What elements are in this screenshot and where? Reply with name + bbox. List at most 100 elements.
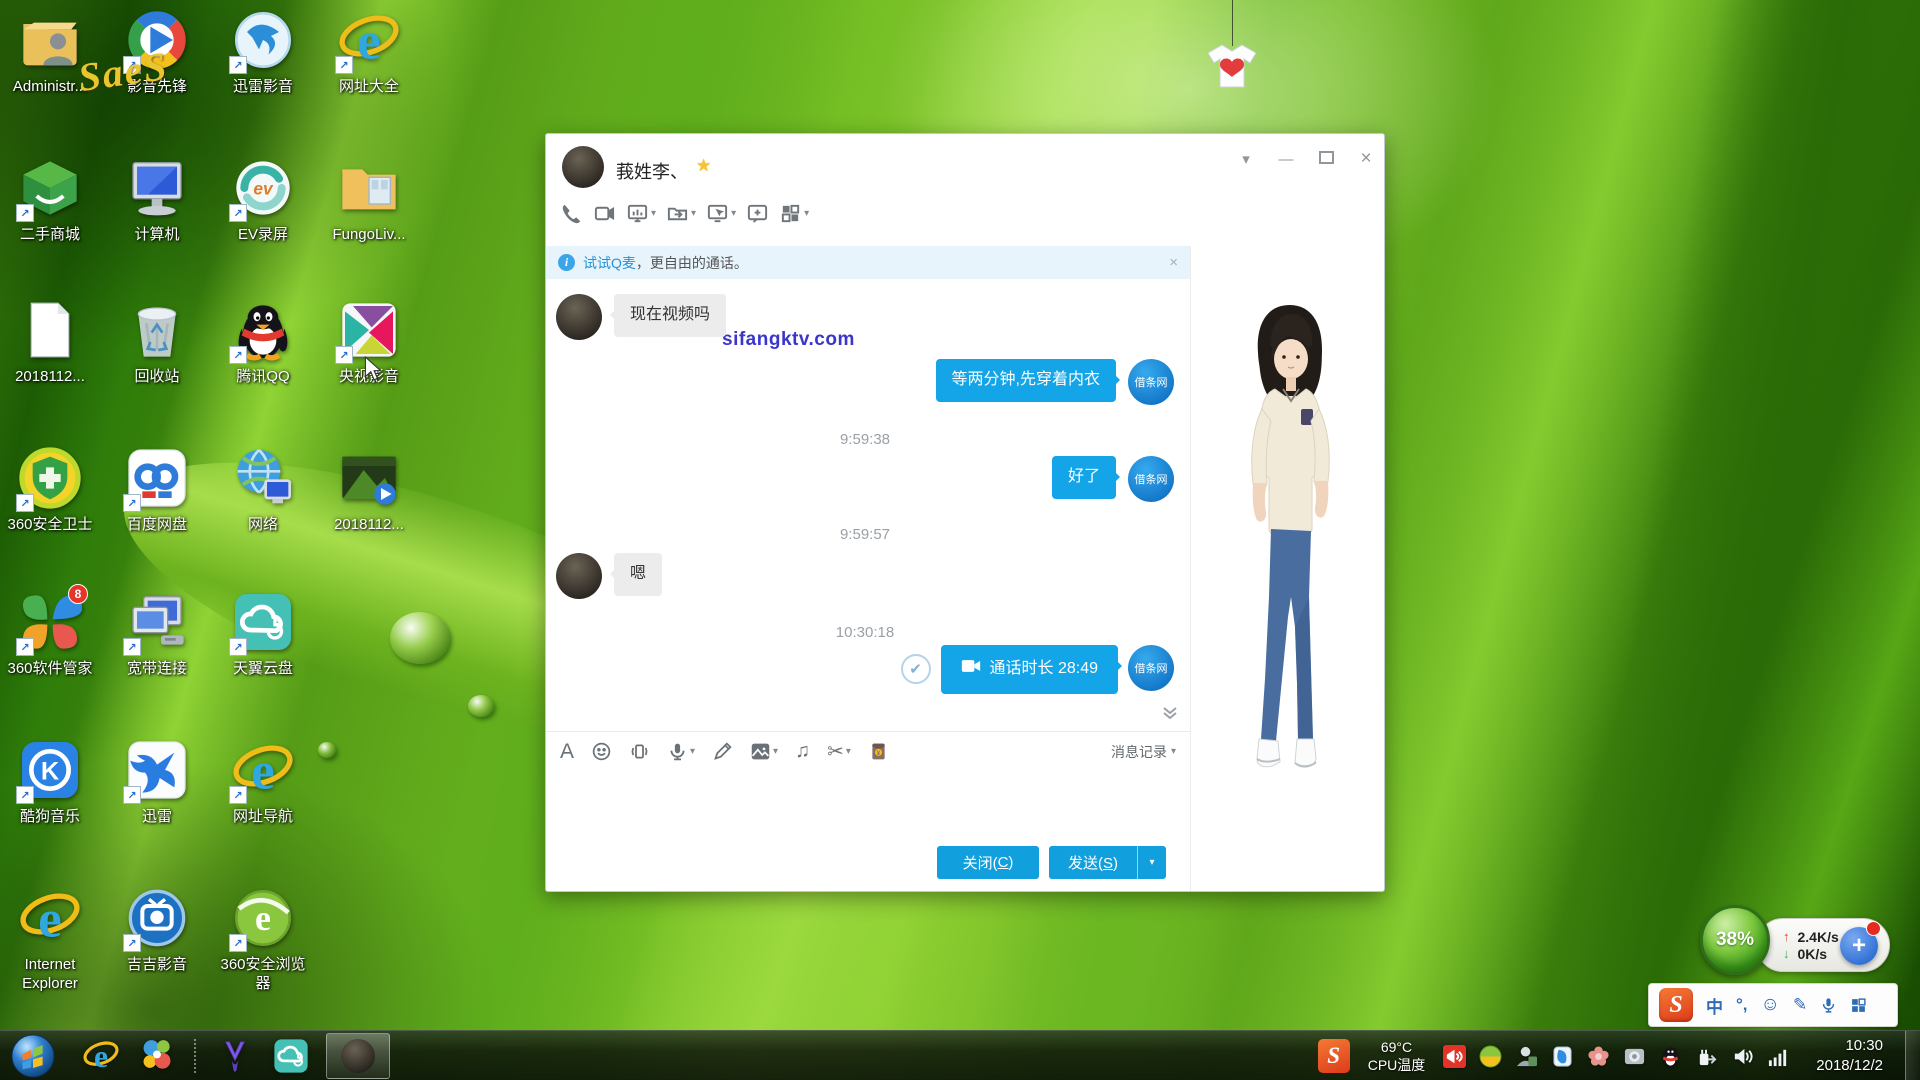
window-shake-icon[interactable]	[629, 741, 650, 762]
video-call-icon[interactable]	[593, 202, 616, 225]
svg-text:e: e	[357, 11, 381, 71]
desktop-icon-6[interactable]: 计算机	[109, 156, 205, 245]
shortcut-arrow-badge: ↗	[335, 346, 353, 364]
peer-avatar[interactable]	[562, 146, 604, 188]
emoji-icon[interactable]	[591, 741, 612, 762]
red-packet-icon[interactable]: ¥	[868, 741, 889, 762]
manager360-icon: ↗8	[18, 590, 82, 654]
tray-volume-icon[interactable]	[1731, 1045, 1754, 1068]
desktop-icon-15[interactable]: 网络	[215, 446, 311, 535]
tray-power-icon[interactable]	[1695, 1045, 1718, 1068]
send-file-icon[interactable]: ▾	[666, 202, 696, 225]
desktop-icon-20[interactable]: K↗酷狗音乐	[2, 738, 98, 827]
desktop-icon-13[interactable]: ↗360安全卫士	[2, 446, 98, 535]
incoming-message-bubble: 嗯	[614, 553, 662, 596]
quick-launch-pinwheel-icon[interactable]	[138, 1037, 176, 1075]
message-history-button[interactable]: 消息记录▾	[1111, 742, 1176, 762]
desktop-icon-3[interactable]: ↗迅雷影音	[215, 8, 311, 97]
tray-phoneblue-icon[interactable]	[1551, 1045, 1574, 1068]
svg-text:ev: ev	[253, 179, 274, 199]
self-avatar[interactable]: 借条网	[1128, 359, 1174, 405]
ime-emoji-icon[interactable]: ☺	[1761, 994, 1780, 1016]
show-desktop-button[interactable]	[1905, 1031, 1920, 1080]
voice-message-icon[interactable]: ▾	[667, 741, 695, 762]
start-button[interactable]	[10, 1033, 56, 1079]
create-group-icon[interactable]	[746, 202, 769, 225]
shortcut-arrow-badge: ↗	[16, 204, 34, 222]
voice-call-icon[interactable]	[560, 202, 583, 225]
banner-link[interactable]: 试试Q麦	[583, 253, 636, 273]
taskbar-clock[interactable]: 10:302018/12/2	[1816, 1036, 1883, 1077]
ime-punctuation-toggle[interactable]: °,	[1736, 995, 1748, 1015]
tray-qqmini-icon[interactable]	[1659, 1045, 1682, 1068]
taskbar-active-window-button[interactable]	[326, 1033, 390, 1079]
desktop-icon-9[interactable]: 2018112...	[2, 298, 98, 387]
close-chat-button[interactable]: 关闭(C)	[937, 846, 1039, 879]
desktop-icon-8[interactable]: FungoLiv...	[321, 156, 417, 245]
call-record-bubble[interactable]: 通话时长 28:49	[941, 645, 1119, 694]
ime-mode-toggle[interactable]: 中	[1706, 993, 1723, 1018]
ime-handwriting-icon[interactable]: ✎	[1793, 995, 1807, 1015]
desktop-icon-14[interactable]: ↗百度网盘	[109, 446, 205, 535]
desktop-icon-7[interactable]: ev↗EV录屏	[215, 156, 311, 245]
peer-avatar[interactable]	[556, 294, 602, 340]
memory-ball[interactable]: 38%	[1700, 905, 1770, 975]
minimize-button[interactable]: —	[1276, 151, 1296, 168]
desktop-icon-25[interactable]: e↗360安全浏览器	[215, 886, 311, 994]
desktop-icon-24[interactable]: ↗吉吉影音	[109, 886, 205, 975]
self-avatar[interactable]: 借条网	[1128, 645, 1174, 691]
tray-person-icon[interactable]	[1515, 1045, 1538, 1068]
maximize-button[interactable]	[1316, 151, 1336, 168]
music-icon[interactable]: ♫	[795, 740, 810, 763]
xunlei-icon: ↗	[125, 738, 189, 802]
desktop-icon-22[interactable]: e↗网址导航	[215, 738, 311, 827]
notification-count-badge: 8	[68, 584, 88, 604]
ime-voice-icon[interactable]	[1820, 997, 1837, 1014]
cbox-icon: ↗	[337, 298, 401, 362]
desktop-icon-18[interactable]: ↗宽带连接	[109, 590, 205, 679]
scroll-to-bottom-icon[interactable]	[1162, 706, 1178, 725]
recycle-icon	[125, 298, 189, 362]
screen-demo-icon[interactable]: ▾	[626, 202, 656, 225]
desktop-icon-23[interactable]: eInternet Explorer	[2, 886, 98, 994]
tray-flower-icon[interactable]	[1587, 1045, 1610, 1068]
ime-toolbox-icon[interactable]	[1850, 997, 1867, 1014]
self-avatar[interactable]: 借条网	[1128, 456, 1174, 502]
tray-signal-icon[interactable]	[1767, 1045, 1790, 1068]
quick-launch-cloudq-icon[interactable]	[272, 1037, 310, 1075]
desktop-icon-16[interactable]: 2018112...	[321, 446, 417, 535]
window-menu-button[interactable]: ▾	[1236, 150, 1256, 168]
handwriting-icon[interactable]	[712, 741, 733, 762]
close-window-button[interactable]: ×	[1356, 148, 1376, 170]
desktop-icon-10[interactable]: 回收站	[109, 298, 205, 387]
screenshot-icon[interactable]: ✂▾	[827, 739, 851, 764]
image-icon[interactable]: ▾	[750, 741, 778, 762]
sogou-logo-icon[interactable]: S	[1659, 988, 1693, 1022]
quick-launch-ie-icon[interactable]: e	[82, 1037, 120, 1075]
desktop-icon-5[interactable]: ↗二手商城	[2, 156, 98, 245]
send-options-arrow[interactable]: ▾	[1137, 846, 1166, 879]
desktop-icon-19[interactable]: ↗天翼云盘	[215, 590, 311, 679]
send-button[interactable]: 发送(S) ▾	[1049, 846, 1166, 879]
desktop-icon-4[interactable]: e↗网址大全	[321, 8, 417, 97]
banner-close-icon[interactable]: ×	[1169, 254, 1178, 271]
desktop-icon-17[interactable]: ↗8360软件管家	[2, 590, 98, 679]
message-row: ✔ 通话时长 28:49借条网	[556, 645, 1174, 694]
font-icon[interactable]: A	[560, 740, 574, 764]
message-row: 等两分钟,先穿着内衣借条网	[556, 359, 1174, 405]
sogou-tray-icon[interactable]: S	[1318, 1039, 1350, 1073]
panel-divider	[1190, 246, 1191, 891]
quick-launch-vapp-icon[interactable]	[216, 1037, 254, 1075]
remote-desktop-icon[interactable]: ▾	[706, 202, 736, 225]
tray-camera-icon[interactable]	[1623, 1045, 1646, 1068]
call-delivered-check-icon: ✔	[901, 654, 931, 684]
cpu-temp-indicator[interactable]: 69°CCPU温度	[1368, 1038, 1426, 1074]
taskbar-divider	[194, 1039, 198, 1073]
desktop-icon-21[interactable]: ↗迅雷	[109, 738, 205, 827]
message-row: 好了借条网	[556, 456, 1174, 502]
desktop-icon-11[interactable]: ↗腾讯QQ	[215, 298, 311, 387]
tray-ball360-icon[interactable]	[1479, 1045, 1502, 1068]
tray-megaphone-icon[interactable]	[1443, 1045, 1466, 1068]
peer-avatar[interactable]	[556, 553, 602, 599]
apps-grid-icon[interactable]: ▾	[779, 202, 809, 225]
